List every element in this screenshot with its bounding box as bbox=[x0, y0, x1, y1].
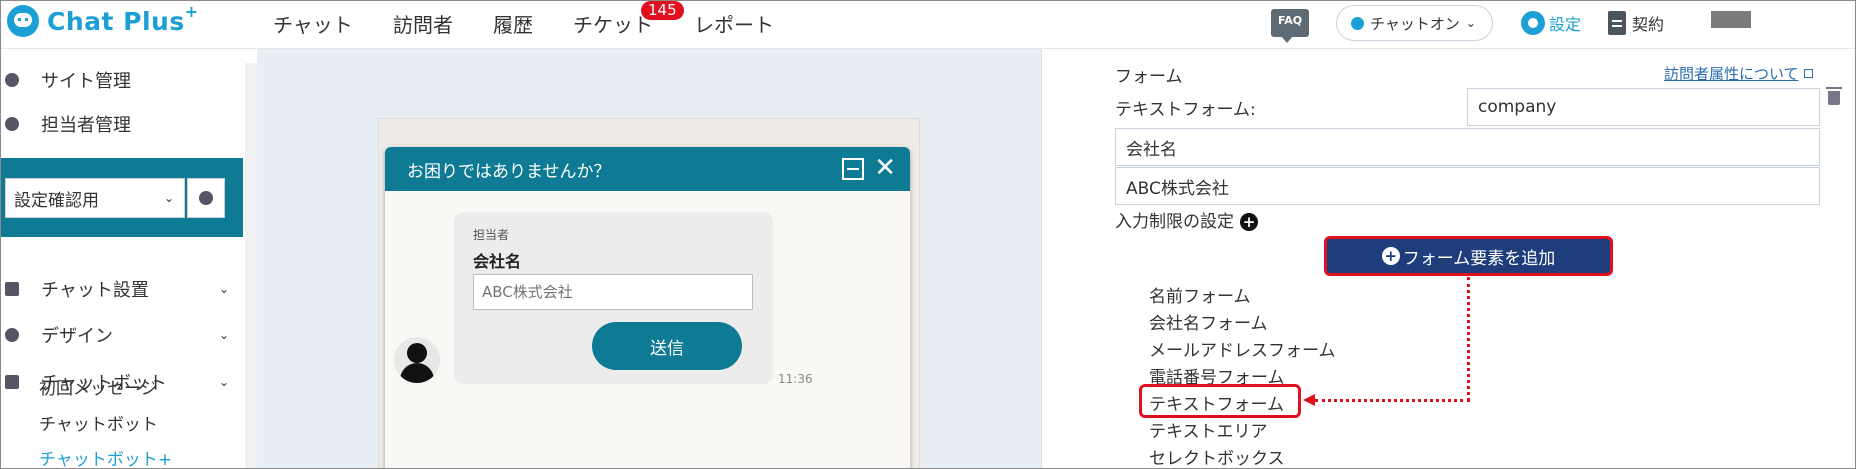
sidebar-subitem-chatbot[interactable]: チャットボット bbox=[39, 410, 158, 435]
sidebar-item-label: サイト管理 bbox=[41, 71, 131, 92]
faq-button[interactable]: FAQ bbox=[1271, 9, 1309, 43]
message-timestamp: 11:36 bbox=[778, 372, 813, 386]
text-form-label: テキストフォーム: bbox=[1115, 100, 1256, 120]
nav-visitors[interactable]: 訪問者 bbox=[393, 9, 453, 38]
gear-icon bbox=[1521, 11, 1545, 35]
settings-label: 設定 bbox=[1549, 15, 1582, 34]
gear-icon bbox=[5, 73, 19, 87]
option-email-form[interactable]: メールアドレスフォーム bbox=[1149, 336, 1336, 361]
settings-button[interactable]: 設定 bbox=[1521, 11, 1581, 35]
trash-icon[interactable] bbox=[1826, 87, 1842, 105]
sidebar-subitem-first-message[interactable]: 初回メッセージ bbox=[39, 374, 158, 399]
visitor-attribute-link-text: 訪問者属性について bbox=[1664, 65, 1799, 83]
plus-icon: + bbox=[1381, 247, 1400, 265]
close-icon[interactable]: ✕ bbox=[874, 154, 896, 182]
option-company-form[interactable]: 会社名フォーム bbox=[1149, 309, 1268, 334]
minimize-icon[interactable] bbox=[842, 158, 864, 180]
sidebar-subitem-chatbot-plus[interactable]: チャットボット+ bbox=[39, 445, 172, 468]
sidebar-item-label: デザイン bbox=[41, 326, 113, 347]
chevron-down-icon: ⌄ bbox=[163, 191, 174, 205]
message-bubble: 担当者 会社名 送信 bbox=[454, 212, 773, 384]
send-button[interactable]: 送信 bbox=[592, 322, 742, 370]
site-settings-button[interactable] bbox=[187, 178, 225, 218]
site-select-value: 設定確認用 bbox=[14, 190, 99, 211]
option-select-box[interactable]: セレクトボックス bbox=[1149, 444, 1285, 468]
sidebar: サイト管理 担当者管理 設定確認用 ⌄ チャット設置 ⌄ デザイン ⌄ チャット… bbox=[1, 49, 243, 468]
ticket-count-badge: 145 bbox=[641, 1, 684, 20]
chat-status-dropdown[interactable]: チャットオン ⌄ bbox=[1336, 5, 1493, 41]
add-form-element-label: フォーム要素を追加 bbox=[1402, 248, 1556, 269]
chevron-down-icon: ⌄ bbox=[218, 375, 229, 389]
field-label: 会社名 bbox=[473, 252, 522, 271]
avatar bbox=[394, 337, 440, 383]
logo-plus: + bbox=[184, 1, 199, 21]
chevron-down-icon: ⌄ bbox=[1465, 16, 1476, 30]
external-link-icon bbox=[1803, 69, 1813, 78]
chevron-down-icon: ⌄ bbox=[218, 328, 229, 342]
label-input[interactable] bbox=[1115, 128, 1820, 166]
visitor-attribute-link[interactable]: 訪問者属性について bbox=[1664, 63, 1813, 84]
option-text-area[interactable]: テキストエリア bbox=[1149, 417, 1268, 442]
widget-title: お困りではありませんか？ bbox=[407, 161, 611, 182]
chat-bubble-logo-icon bbox=[7, 5, 39, 37]
add-form-element-button[interactable]: + フォーム要素を追加 bbox=[1324, 236, 1613, 276]
site-select[interactable]: 設定確認用 ⌄ bbox=[5, 178, 185, 218]
gear-icon bbox=[199, 191, 213, 205]
person-icon bbox=[5, 117, 19, 131]
sidebar-item-label: チャット設置 bbox=[41, 280, 149, 301]
sidebar-item-design[interactable]: デザイン ⌄ bbox=[1, 318, 243, 352]
nav-chat[interactable]: チャット bbox=[273, 9, 353, 38]
sidebar-item-chat-settings[interactable]: チャット設置 ⌄ bbox=[1, 272, 243, 306]
app-window: Chat Plus + チャット 訪問者 履歴 チケット 145 レポート FA… bbox=[0, 0, 1856, 469]
widget-header: お困りではありませんか？ ✕ bbox=[385, 147, 910, 191]
sidebar-item-label: 担当者管理 bbox=[41, 115, 131, 136]
annotation-arrow-vertical bbox=[1467, 277, 1470, 401]
logo[interactable]: Chat Plus + bbox=[7, 1, 199, 37]
chat-status-label: チャットオン bbox=[1370, 14, 1460, 33]
form-label: フォーム bbox=[1115, 67, 1183, 87]
sidebar-item-site-admin[interactable]: サイト管理 bbox=[1, 63, 243, 97]
chat-icon bbox=[5, 375, 19, 389]
contract-label: 契約 bbox=[1632, 15, 1665, 34]
sidebar-scrollbar[interactable] bbox=[245, 63, 257, 468]
top-header: Chat Plus + チャット 訪問者 履歴 チケット 145 レポート FA… bbox=[1, 1, 1855, 49]
sidebar-item-staff-admin[interactable]: 担当者管理 bbox=[1, 107, 243, 141]
document-icon bbox=[1608, 11, 1626, 35]
key-input[interactable] bbox=[1467, 88, 1820, 126]
tools-icon bbox=[5, 282, 19, 296]
input-limit-label: 入力制限の設定 bbox=[1115, 212, 1234, 232]
annotation-arrow-horizontal bbox=[1315, 399, 1470, 402]
staff-label: 担当者 bbox=[473, 228, 510, 242]
chevron-down-icon: ⌄ bbox=[218, 282, 229, 296]
nav-history[interactable]: 履歴 bbox=[493, 9, 533, 38]
text-form-highlight bbox=[1139, 384, 1301, 418]
status-dot-icon bbox=[1351, 16, 1364, 30]
input-limit-row: 入力制限の設定 + bbox=[1115, 207, 1258, 232]
chat-widget-preview: お困りではありませんか？ ✕ 担当者 会社名 送信 11:36 bbox=[385, 147, 910, 468]
site-selector-band: 設定確認用 ⌄ bbox=[1, 158, 243, 237]
palette-icon bbox=[5, 328, 19, 342]
logo-text: Chat Plus bbox=[47, 6, 185, 36]
contract-button[interactable]: 契約 bbox=[1608, 11, 1664, 35]
nav-reports[interactable]: レポート bbox=[694, 9, 774, 38]
annotation-arrowhead-icon bbox=[1303, 394, 1315, 406]
user-menu[interactable] bbox=[1711, 11, 1751, 28]
option-name-form[interactable]: 名前フォーム bbox=[1149, 282, 1251, 307]
add-circle-icon[interactable]: + bbox=[1240, 213, 1258, 231]
placeholder-input[interactable] bbox=[1115, 167, 1820, 205]
company-input[interactable] bbox=[473, 274, 753, 310]
